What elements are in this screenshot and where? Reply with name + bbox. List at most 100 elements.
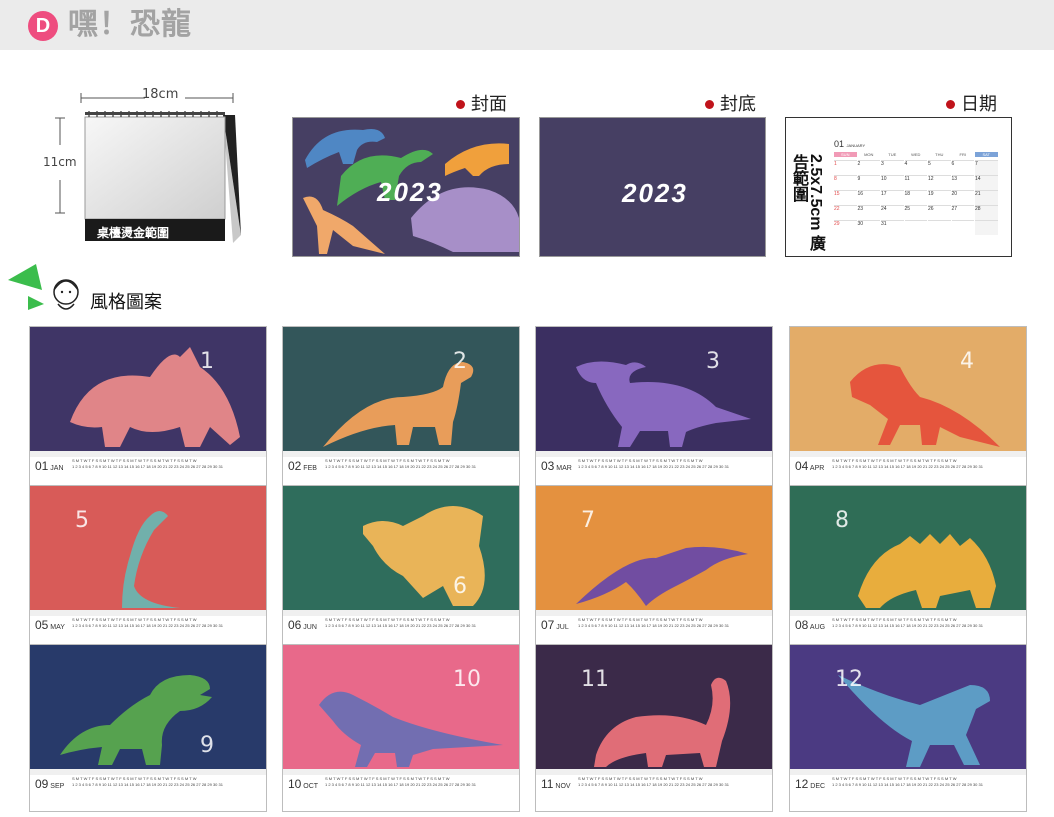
stamp-area-label: 桌檯燙金範圍 xyxy=(97,226,170,240)
month-label: 08 AUG xyxy=(795,619,825,634)
weekday-letters: S M T W T F S S M T W T F S S M T W T F … xyxy=(325,776,450,781)
sample-day-cell xyxy=(904,220,927,235)
month-number: 01 xyxy=(35,459,49,473)
weekday-letters: S M T W T F S S M T W T F S S M T W T F … xyxy=(832,776,957,781)
month-label: 04 APR xyxy=(795,460,824,475)
month-card-jan[interactable]: 1 01 JAN S M T W T F S S M T W T F S S M T… xyxy=(29,326,267,494)
back-label-text: 封底 xyxy=(720,94,756,114)
month-label: 03 MAR xyxy=(541,460,572,475)
month-digit: 2 xyxy=(453,349,467,374)
brachiosaurus-icon xyxy=(30,486,266,610)
sample-day-cell: 29 xyxy=(834,220,857,235)
weekday-letters: S M T W T F S S M T W T F S S M T W T F … xyxy=(832,617,957,622)
month-label: 12 DEC xyxy=(795,778,825,793)
month-digit: 9 xyxy=(200,733,214,758)
cover-preview: 2023 xyxy=(292,117,520,257)
month-abbr: OCT xyxy=(301,783,319,790)
triceratops-icon xyxy=(30,327,266,451)
parasaurolophus-icon xyxy=(536,327,772,451)
month-number: 10 xyxy=(288,777,302,791)
sample-calendar-grid: SUN MON TUE WED THU FRI SAT 1 2 3 4 5 6 7 8 9 10 11 12 13 14… xyxy=(834,152,1002,248)
month-digit: 11 xyxy=(581,667,609,692)
sample-day-cell: 17 xyxy=(881,190,904,205)
width-label: 18cm xyxy=(142,87,179,102)
weekday-letters: S M T W T F S S M T W T F S S M T W T F … xyxy=(72,776,197,781)
sample-day-cell: 27 xyxy=(951,205,974,220)
month-abbr: AUG xyxy=(808,624,826,631)
sample-month-name: JANUARY xyxy=(846,143,866,148)
month-number: 03 xyxy=(541,459,555,473)
cover-label: 封面 xyxy=(456,94,507,114)
spinosaurus-icon xyxy=(283,486,519,610)
month-number: 12 xyxy=(795,777,809,791)
date-preview: 2.5x7.5cm 廣告範圍 01 JANUARY SUN MON TUE WED TH… xyxy=(785,117,1012,257)
month-digit: 1 xyxy=(200,349,214,374)
month-card-oct[interactable]: 10 10 OCT S M T W T F S S M T W T F S S M … xyxy=(282,644,520,812)
sample-day-cell: 9 xyxy=(857,175,880,190)
month-card-jun[interactable]: 6 06 JUN S M T W T F S S M T W T F S S M T… xyxy=(282,485,520,653)
month-label: 05 MAY xyxy=(35,619,65,634)
style-section-heading: 風格圖案 xyxy=(6,262,206,318)
day-numbers: 1 2 3 4 5 6 7 8 9 10 11 12 13 14 15 16 1… xyxy=(325,464,476,469)
card-strip xyxy=(536,451,772,457)
back-label: 封底 xyxy=(705,94,756,114)
month-abbr: SEP xyxy=(48,783,65,790)
month-abbr: JUL xyxy=(554,624,569,631)
month-card-dec[interactable]: 12 12 DEC S M T W T F S S M T W T F S S M … xyxy=(789,644,1027,812)
sample-day-cell: 16 xyxy=(857,190,880,205)
day-numbers: 1 2 3 4 5 6 7 8 9 10 11 12 13 14 15 16 1… xyxy=(832,464,983,469)
month-number: 02 xyxy=(288,459,302,473)
day-numbers: 1 2 3 4 5 6 7 8 9 10 11 12 13 14 15 16 1… xyxy=(72,623,223,628)
sample-day-cell: 13 xyxy=(951,175,974,190)
month-card-nov[interactable]: 11 11 NOV S M T W T F S S M T W T F S S M … xyxy=(535,644,773,812)
sample-day-cell: 14 xyxy=(975,175,998,190)
month-card-sep[interactable]: 9 09 SEP S M T W T F S S M T W T F S S M T… xyxy=(29,644,267,812)
cover-year: 2023 xyxy=(377,177,443,207)
style-title: 風格圖案 xyxy=(90,292,162,312)
weekday-header: TUE xyxy=(888,152,897,157)
sample-month-header: 01 JANUARY xyxy=(834,139,865,149)
month-label: 02 FEB xyxy=(288,460,317,475)
month-card-aug[interactable]: 8 08 AUG S M T W T F S S M T W T F S S M T… xyxy=(789,485,1027,653)
month-card-mar[interactable]: 3 03 MAR S M T W T F S S M T W T F S S M T… xyxy=(535,326,773,494)
month-card-jul[interactable]: 7 07 JUL S M T W T F S S M T W T F S S M T… xyxy=(535,485,773,653)
weekday-letters: S M T W T F S S M T W T F S S M T W T F … xyxy=(578,776,703,781)
month-card-feb[interactable]: 2 02 FEB S M T W T F S S M T W T F S S M T… xyxy=(282,326,520,494)
weekday-header: SUN xyxy=(834,152,857,157)
month-label: 01 JAN xyxy=(35,460,64,475)
card-strip xyxy=(536,610,772,616)
sample-day-cell: 20 xyxy=(951,190,974,205)
day-numbers: 1 2 3 4 5 6 7 8 9 10 11 12 13 14 15 16 1… xyxy=(325,623,476,628)
date-label-text: 日期 xyxy=(961,94,997,114)
weekday-header: MON xyxy=(864,152,874,157)
allosaurus-icon xyxy=(790,327,1026,451)
weekday-header: FRI xyxy=(959,152,966,157)
sample-day-cell: 4 xyxy=(904,160,927,175)
weekday-letters: S M T W T F S S M T W T F S S M T W T F … xyxy=(72,458,197,463)
desk-calendar-illustration: 18cm 11cm 桌檯燙金範圍 xyxy=(43,85,250,255)
sample-day-cell: 12 xyxy=(928,175,951,190)
pterodactyl-icon xyxy=(536,486,772,610)
sample-month-num: 01 xyxy=(834,139,845,149)
month-digit: 5 xyxy=(75,508,89,533)
month-number: 09 xyxy=(35,777,49,791)
month-card-apr[interactable]: 4 04 APR S M T W T F S S M T W T F S S M T… xyxy=(789,326,1027,494)
red-dot-icon xyxy=(705,100,714,109)
weekday-letters: S M T W T F S S M T W T F S S M T W T F … xyxy=(72,617,197,622)
day-numbers: 1 2 3 4 5 6 7 8 9 10 11 12 13 14 15 16 1… xyxy=(72,782,223,787)
pachycephalosaurus-icon xyxy=(283,645,519,769)
sample-day-cell: 7 xyxy=(975,160,998,175)
month-digit: 6 xyxy=(453,574,467,599)
month-card-may[interactable]: 5 05 MAY S M T W T F S S M T W T F S S M T… xyxy=(29,485,267,653)
card-strip xyxy=(790,610,1026,616)
month-number: 06 xyxy=(288,618,302,632)
day-numbers: 1 2 3 4 5 6 7 8 9 10 11 12 13 14 15 16 1… xyxy=(578,623,729,628)
weekday-letters: S M T W T F S S M T W T F S S M T W T F … xyxy=(578,458,703,463)
month-digit: 8 xyxy=(835,508,849,533)
sample-day-cell: 28 xyxy=(975,205,998,220)
month-label: 07 JUL xyxy=(541,619,569,634)
sample-day-cell: 31 xyxy=(881,220,904,235)
card-strip xyxy=(30,451,266,457)
sample-day-cell: 22 xyxy=(834,205,857,220)
month-digit: 3 xyxy=(706,349,720,374)
